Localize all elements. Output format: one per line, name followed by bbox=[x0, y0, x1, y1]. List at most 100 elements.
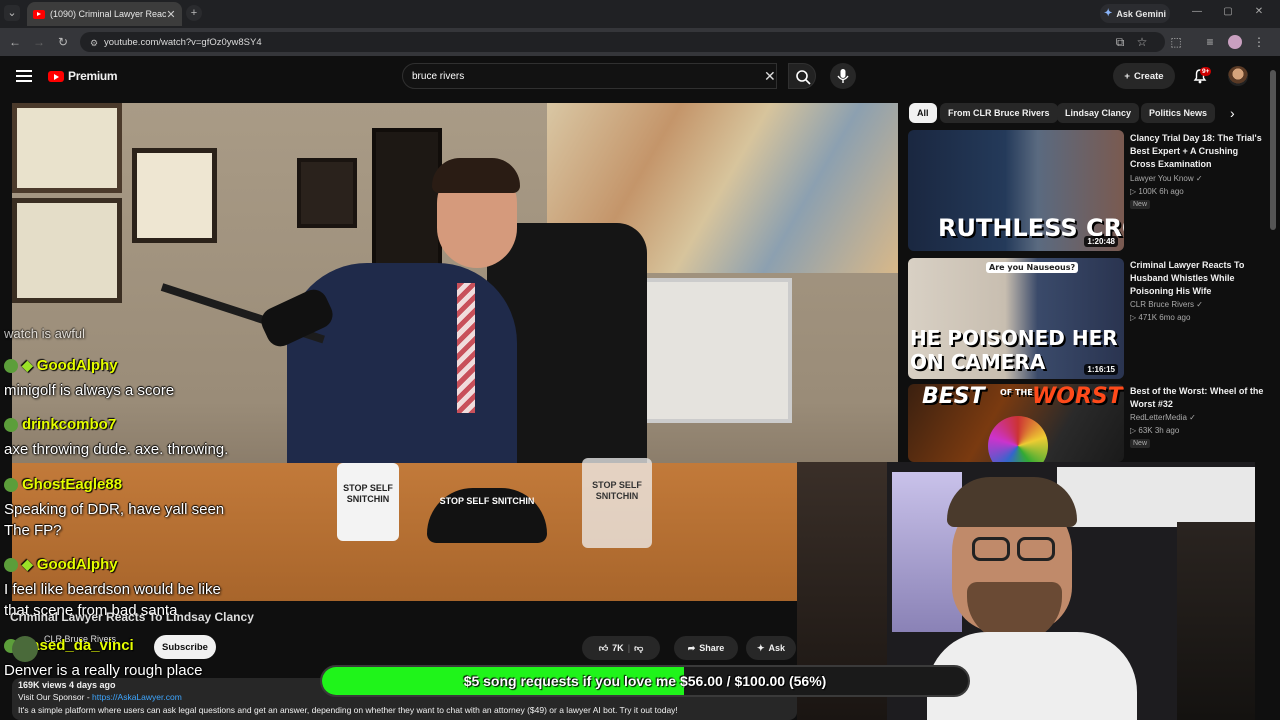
chat-avatar bbox=[4, 417, 18, 432]
streamer-hair bbox=[947, 477, 1077, 527]
thumbnail-text-worst: WORST bbox=[1032, 384, 1123, 409]
ask-label: Ask bbox=[768, 643, 786, 653]
chat-username-text: drinkcombo7 bbox=[22, 416, 117, 433]
chat-avatar bbox=[4, 477, 18, 492]
youtube-logo[interactable]: Premium bbox=[48, 69, 118, 83]
diploma-frame bbox=[12, 198, 122, 303]
mug-right: STOP SELF SNITCHIN bbox=[582, 458, 652, 548]
diploma-frame bbox=[132, 148, 217, 243]
chat-avatar bbox=[4, 557, 18, 572]
maximize-icon[interactable]: ▢ bbox=[1221, 6, 1235, 20]
new-tab-icon[interactable]: + bbox=[186, 5, 202, 21]
microphone-icon bbox=[837, 69, 849, 83]
subscribe-button[interactable]: Subscribe bbox=[154, 635, 216, 659]
close-window-icon[interactable]: ✕ bbox=[1252, 6, 1266, 20]
tab-search-icon[interactable]: ⌄ bbox=[4, 5, 20, 21]
goal-text: $5 song requests if you love me $56.00 /… bbox=[463, 673, 827, 689]
glasses-left bbox=[972, 537, 1010, 561]
share-icon: ➦ bbox=[687, 642, 696, 653]
suggestion-title[interactable]: Clancy Trial Day 18: The Trial's Best Ex… bbox=[1130, 132, 1265, 171]
forward-icon[interactable]: → bbox=[31, 34, 47, 50]
search-button[interactable] bbox=[788, 63, 816, 89]
sponsor-line: Visit Our Sponsor - https://AskaLawyer.c… bbox=[18, 692, 182, 702]
ask-gemini-button[interactable]: ✦ Ask Gemini bbox=[1100, 4, 1170, 23]
share-label: Share bbox=[699, 643, 725, 653]
media-control-icon[interactable]: ≡ bbox=[1202, 34, 1218, 50]
description-text: It's a simple platform where users can a… bbox=[18, 705, 678, 715]
minimize-icon[interactable]: — bbox=[1190, 6, 1204, 20]
suggestion-title[interactable]: Criminal Lawyer Reacts To Husband Whistl… bbox=[1130, 259, 1265, 298]
suggestion-meta: ▷ 471K 6mo ago bbox=[1130, 313, 1190, 322]
thumbnail-caption: Are you Nauseous? bbox=[986, 262, 1079, 273]
suggestion-thumbnail[interactable]: Are you Nauseous? HE POISONED HER ON CAM… bbox=[908, 258, 1124, 379]
install-app-icon[interactable]: ⧉ bbox=[1112, 34, 1128, 50]
like-dislike-button[interactable]: 👍︎ 7K | 👎︎ bbox=[582, 636, 660, 660]
chip-from-channel[interactable]: From CLR Bruce Rivers bbox=[940, 103, 1058, 123]
chat-message: axe throwing dude. axe. throwing. bbox=[4, 441, 229, 458]
wheel-graphic bbox=[988, 416, 1048, 462]
striped-tie bbox=[457, 283, 475, 413]
reload-icon[interactable]: ↻ bbox=[55, 34, 71, 50]
browser-tab[interactable]: (1090) Criminal Lawyer Reacts T ✕ bbox=[27, 2, 182, 26]
view-count: 169K views 4 days ago bbox=[18, 680, 116, 690]
chat-message: minigolf is always a score bbox=[4, 382, 175, 399]
new-badge: New bbox=[1130, 200, 1151, 209]
youtube-favicon-icon bbox=[33, 9, 45, 19]
donation-goal-bar: $5 song requests if you love me $56.00 /… bbox=[320, 665, 970, 697]
profile-avatar[interactable] bbox=[1228, 35, 1242, 49]
chip-all[interactable]: All bbox=[909, 103, 937, 123]
share-button[interactable]: ➦ Share bbox=[674, 636, 738, 660]
verified-icon: ✓ bbox=[1195, 174, 1203, 183]
diploma-frame bbox=[12, 103, 122, 193]
site-info-icon[interactable]: ⚙ bbox=[86, 35, 102, 51]
chip-lindsay-clancy[interactable]: Lindsay Clancy bbox=[1057, 103, 1140, 123]
suggestion-channel[interactable]: Lawyer You Know ✓ bbox=[1130, 174, 1203, 183]
chat-username-text: GhostEagle88 bbox=[22, 476, 123, 493]
sponsor-link[interactable]: https://AskaLawyer.com bbox=[92, 692, 182, 702]
ask-button[interactable]: ✦ Ask bbox=[746, 636, 796, 660]
back-icon[interactable]: ← bbox=[7, 34, 23, 50]
thumbs-down-icon: 👎︎ bbox=[634, 642, 644, 653]
chevron-right-icon[interactable]: › bbox=[1230, 105, 1235, 121]
suggestion-thumbnail[interactable]: BEST OF THE WORST bbox=[908, 384, 1124, 462]
meta-text: 63K 3h ago bbox=[1138, 426, 1180, 435]
picture-frame bbox=[297, 158, 357, 228]
notification-badge: 9+ bbox=[1200, 67, 1212, 76]
video-duration: 1:20:48 bbox=[1084, 236, 1118, 247]
stream-chat-overlay: watch is awful ◆ GoodAlphy minigolf is al… bbox=[0, 326, 320, 682]
thumbnail-text-of-the: OF THE bbox=[1000, 388, 1033, 397]
suggestion-channel[interactable]: CLR Bruce Rivers ✓ bbox=[1130, 300, 1203, 309]
clear-search-icon[interactable]: ✕ bbox=[764, 68, 776, 85]
close-tab-icon[interactable]: ✕ bbox=[166, 8, 176, 21]
search-input[interactable]: bruce rivers bbox=[402, 63, 777, 89]
meta-text: 471K 6mo ago bbox=[1138, 313, 1191, 322]
channel-name[interactable]: CLR Bruce Rivers bbox=[44, 634, 116, 644]
account-avatar[interactable] bbox=[1228, 66, 1248, 86]
mug-left: STOP SELF SNITCHIN bbox=[337, 463, 399, 541]
suggestion-title[interactable]: Best of the Worst: Wheel of the Worst #3… bbox=[1130, 385, 1265, 411]
sparkle-icon: ✦ bbox=[756, 642, 765, 653]
suggestion-channel[interactable]: RedLetterMedia ✓ bbox=[1130, 413, 1196, 422]
bookmark-star-icon[interactable]: ☆ bbox=[1134, 34, 1150, 50]
new-badge: New bbox=[1130, 439, 1151, 448]
chip-politics-news[interactable]: Politics News bbox=[1141, 103, 1216, 123]
chrome-menu-icon[interactable]: ⋮ bbox=[1251, 34, 1267, 50]
verified-icon: ✓ bbox=[1189, 413, 1196, 422]
chat-username: ◆ GoodAlphy bbox=[4, 556, 118, 573]
subscriber-badge-icon: ◆ bbox=[22, 357, 33, 373]
hamburger-menu-icon[interactable] bbox=[16, 68, 32, 84]
voice-search-button[interactable] bbox=[830, 63, 856, 89]
suggestion-thumbnail[interactable]: RUTHLESS CROSS 1:20:48 bbox=[908, 130, 1124, 251]
scrollbar-thumb[interactable] bbox=[1270, 70, 1276, 230]
chat-avatar bbox=[4, 358, 18, 373]
chat-username-text: GoodAlphy bbox=[36, 357, 118, 374]
channel-avatar[interactable] bbox=[12, 636, 38, 662]
glasses-right bbox=[1017, 537, 1055, 561]
chat-message: Speaking of DDR, have yall seen The FP? bbox=[4, 501, 225, 539]
create-button[interactable]: + Create bbox=[1113, 63, 1175, 89]
url-field[interactable]: youtube.com/watch?v=gfOz0yw8SY4 bbox=[80, 32, 1165, 52]
ask-gemini-label: Ask Gemini bbox=[1116, 8, 1166, 19]
console-box bbox=[1057, 467, 1255, 527]
video-duration: 1:16:15 bbox=[1084, 364, 1118, 375]
extensions-icon[interactable]: ⬚ bbox=[1168, 34, 1184, 50]
